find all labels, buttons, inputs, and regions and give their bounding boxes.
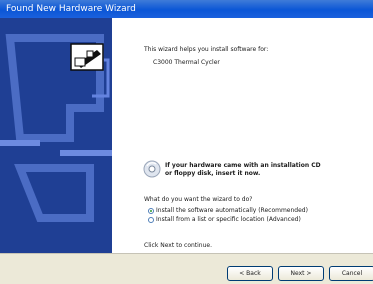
continue-text: Click Next to continue. [144, 242, 213, 249]
cancel-button[interactable]: Cancel [329, 266, 373, 281]
radio-install-from-list[interactable] [148, 217, 154, 223]
radio-install-automatically[interactable] [148, 208, 154, 214]
window-title: Found New Hardware Wizard [6, 4, 136, 14]
wizard-question: What do you want the wizard to do? [144, 196, 253, 203]
wizard-side-banner [0, 18, 112, 253]
cd-hint-line-1: If your hardware came with an installati… [165, 162, 321, 169]
hardware-wizard-icon [70, 43, 104, 71]
intro-text: This wizard helps you install software f… [144, 46, 269, 53]
window-title-bar[interactable]: Found New Hardware Wizard [0, 0, 373, 18]
back-button[interactable]: < Back [227, 266, 273, 281]
radio-label-install-automatically[interactable]: Install the software automatically (Reco… [156, 207, 308, 214]
wizard-footer: < Back Next > Cancel [0, 253, 373, 284]
cd-disk-icon [143, 160, 161, 178]
wizard-content: This wizard helps you install software f… [0, 18, 373, 253]
next-button[interactable]: Next > [278, 266, 324, 281]
hardware-wizard-window: Found New Hardware Wizard This wizard he… [0, 0, 373, 284]
cd-hint-line-2: or floppy disk, insert it now. [165, 170, 261, 177]
device-name: C3000 Thermal Cycler [153, 59, 220, 66]
radio-label-install-from-list[interactable]: Install from a list or specific location… [156, 216, 301, 223]
